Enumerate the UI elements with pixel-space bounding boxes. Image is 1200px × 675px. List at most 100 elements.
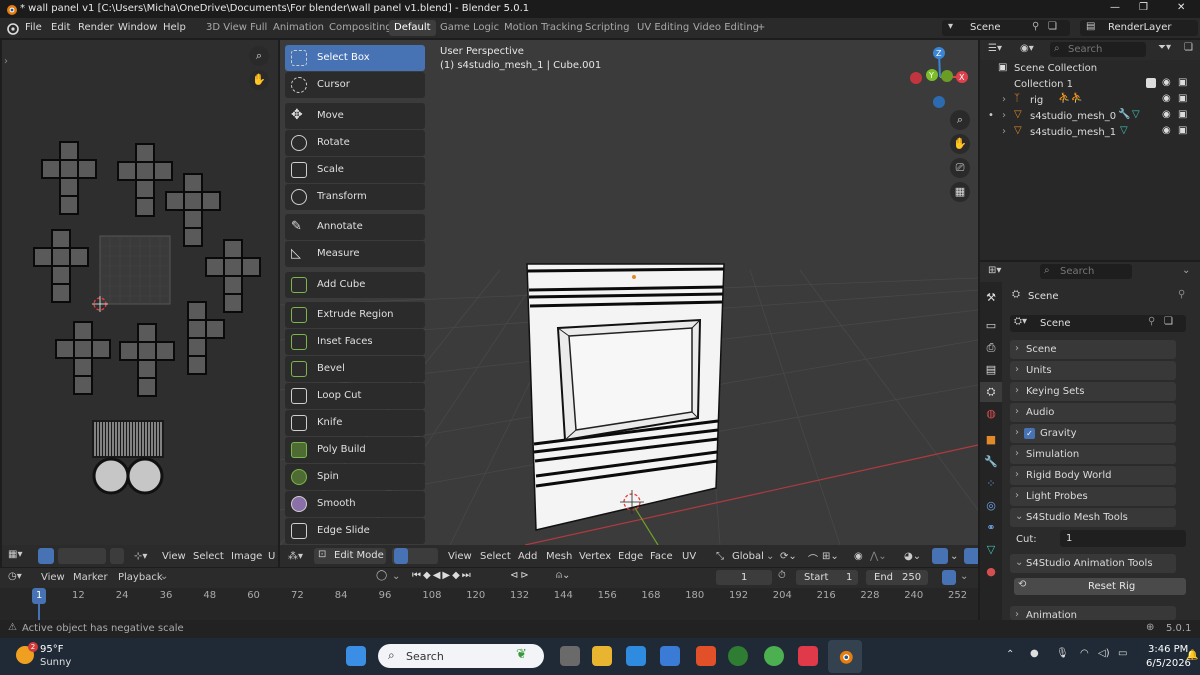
vp-menu-edge[interactable]: Edge xyxy=(618,551,643,562)
filter-icon[interactable]: ⏷▾ xyxy=(1158,42,1171,53)
vp-menu-add[interactable]: Add xyxy=(518,551,537,562)
orientation-dropdown[interactable]: Global xyxy=(732,551,764,562)
fake-user-icon[interactable]: ⚲ xyxy=(1148,316,1155,327)
falloff-icon[interactable]: ⋀⌄ xyxy=(870,551,887,562)
uv-menu-select[interactable]: Select xyxy=(193,551,224,562)
overlay-toggle-icon[interactable] xyxy=(964,548,978,564)
panel-animation[interactable]: › Animation xyxy=(1010,606,1176,620)
pivot-point-icon[interactable]: ⟳⌄ xyxy=(780,551,797,562)
camera-icon[interactable]: ▣ xyxy=(1178,93,1187,104)
tab-uv-editing[interactable]: UV Editing xyxy=(632,20,694,36)
scene-tab-icon[interactable]: ⛭ xyxy=(980,382,1002,402)
gizmo-toggle-icon[interactable] xyxy=(932,548,948,564)
menu-render[interactable]: Render xyxy=(78,22,114,33)
current-frame-field[interactable]: 1 xyxy=(716,570,772,585)
clock-time[interactable]: 3:46 PM xyxy=(1148,644,1188,655)
output-tab-icon[interactable]: ⎙ xyxy=(980,338,1002,358)
ortho-grid-icon[interactable]: ▦ xyxy=(950,182,970,202)
view-layer-tab-icon[interactable]: ▤ xyxy=(980,360,1002,380)
uv-zoom-icon[interactable]: ⌕ xyxy=(249,46,269,66)
weather-desc[interactable]: Sunny xyxy=(40,657,71,668)
keying-chevron-icon[interactable]: ⌄ xyxy=(392,571,400,582)
tl-menu-marker[interactable]: Marker xyxy=(73,572,108,583)
tool-edge-slide[interactable]: Edge Slide xyxy=(285,518,425,544)
panel-rigid-body-world[interactable]: › Rigid Body World xyxy=(1010,466,1176,485)
blender-menu-icon[interactable] xyxy=(5,21,19,35)
weather-temp[interactable]: 95°F xyxy=(40,644,63,655)
properties-editor-icon[interactable]: ⊞▾ xyxy=(988,265,1001,276)
tool-move[interactable]: ✥ Move xyxy=(285,103,425,129)
camera-icon[interactable]: ▣ xyxy=(1178,77,1187,88)
tool-poly-build[interactable]: Poly Build xyxy=(285,437,425,463)
timeline-overlay-icon[interactable] xyxy=(942,570,956,585)
volume-icon[interactable]: ◁) xyxy=(1098,648,1110,659)
vp-menu-select[interactable]: Select xyxy=(480,551,511,562)
tool-smooth[interactable]: Smooth xyxy=(285,491,425,517)
pin-icon[interactable]: ⚲ xyxy=(1032,21,1039,32)
panel-units[interactable]: › Units xyxy=(1010,361,1176,380)
timeline-track[interactable]: 1 12 24 36 48 60 72 84 96 108 120 132 144 156 168 180 19… xyxy=(0,588,978,620)
scene-datablock-field[interactable]: ⛭▾ Scene ⚲ ❏ xyxy=(1010,315,1186,332)
uv-toolbar-expand-icon[interactable]: › xyxy=(4,56,8,67)
timeline[interactable]: ◷▾ View Marker Playback ⌄ ◯ ⌄ ⏮◆◀▶◆⏭ ⊲⊳ … xyxy=(0,568,978,620)
camera-icon[interactable]: ▣ xyxy=(1178,125,1187,136)
tab-default[interactable]: Default xyxy=(389,20,436,36)
options-chevron-icon[interactable]: ⌄ xyxy=(1182,265,1190,276)
tab-motion-tracking[interactable]: Motion Tracking xyxy=(499,20,588,36)
eye-icon[interactable]: ◉ xyxy=(1162,77,1171,88)
vp-menu-face[interactable]: Face xyxy=(650,551,673,562)
start-frame-field[interactable]: Start 1 xyxy=(796,570,858,585)
eye-icon[interactable]: ◉ xyxy=(1162,125,1171,136)
tool-inset-faces[interactable]: Inset Faces xyxy=(285,329,425,355)
world-tab-icon[interactable]: ◍ xyxy=(980,404,1002,424)
view-layer-selector[interactable]: ▤ RenderLayer xyxy=(1080,20,1198,36)
outliner-row-collection-1[interactable]: Collection 1 ◉ ▣ xyxy=(980,76,1200,92)
menu-window[interactable]: Window xyxy=(118,22,157,33)
file-explorer-icon[interactable] xyxy=(592,646,612,666)
playback-controls[interactable]: ⏮◆◀▶◆⏭ xyxy=(412,570,473,581)
select-mode-buttons[interactable] xyxy=(392,548,438,564)
new-collection-icon[interactable]: ❏ xyxy=(1184,42,1193,53)
uv-sync-icon[interactable] xyxy=(38,548,54,564)
tool-add-cube[interactable]: Add Cube xyxy=(285,272,425,298)
snap-icon[interactable]: ⌒ xyxy=(808,551,818,566)
uv-menu-view[interactable]: View xyxy=(162,551,186,562)
uv-pan-hand-icon[interactable]: ✋ xyxy=(249,70,269,90)
task-view-icon[interactable] xyxy=(560,646,580,666)
eye-icon[interactable]: ◉ xyxy=(1162,93,1171,104)
tab-compositing[interactable]: Compositing xyxy=(324,20,397,36)
wifi-icon[interactable]: ◠ xyxy=(1080,648,1089,659)
tab-3d-view-full[interactable]: 3D View Full xyxy=(201,20,272,36)
physics-tab-icon[interactable]: ◎ xyxy=(980,496,1002,516)
menu-edit[interactable]: Edit xyxy=(51,22,70,33)
tool-spin[interactable]: Spin xyxy=(285,464,425,490)
vp-menu-view[interactable]: View xyxy=(448,551,472,562)
add-workspace-button[interactable]: + xyxy=(752,20,770,36)
outliner-search[interactable]: ⌕ Search xyxy=(1050,42,1146,57)
copy-scene-icon[interactable]: ❏ xyxy=(1048,21,1057,32)
tool-bevel[interactable]: Bevel xyxy=(285,356,425,382)
tl-menu-playback[interactable]: Playback xyxy=(118,572,163,583)
uv-menu-uv[interactable]: U xyxy=(268,551,275,562)
maximize-button[interactable]: ❐ xyxy=(1139,2,1148,13)
vp-menu-mesh[interactable]: Mesh xyxy=(546,551,572,562)
snap-target-icon[interactable]: ⊞⌄ xyxy=(822,551,839,562)
properties-editor[interactable]: ⊞▾ ⌕ Search ⌄ ⚒ ▭ ⎙ ▤ ⛭ ◍ ■ 🔧 ⁘ ◎ ⚭ ▽ ● … xyxy=(980,262,1200,620)
camera-icon[interactable]: ▣ xyxy=(1178,109,1187,120)
menu-help[interactable]: Help xyxy=(163,22,186,33)
visibility-icon[interactable]: ◕⌄ xyxy=(904,551,921,562)
outliner-row-scene-collection[interactable]: ▣ Scene Collection xyxy=(980,60,1200,76)
ea-app-icon[interactable] xyxy=(798,646,818,666)
blender-taskbar-button[interactable] xyxy=(828,640,862,673)
mode-selector[interactable]: ⊡ Edit Mode xyxy=(314,548,386,564)
camera-view-icon[interactable]: ⎚ xyxy=(950,158,970,178)
outliner[interactable]: ☰▾ ◉▾ ⌕ Search ⏷▾ ❏ ▣ Scene Collection C… xyxy=(980,40,1200,260)
uv-select-mode-icons[interactable] xyxy=(58,548,106,564)
pin-icon[interactable]: ⚲ xyxy=(1178,289,1185,300)
timeline-editor-icon[interactable]: ◷▾ xyxy=(8,571,22,582)
photos-icon[interactable] xyxy=(660,646,680,666)
scene-selector[interactable]: ▾ Scene ⚲ ❏ xyxy=(942,20,1070,36)
object-tab-icon[interactable]: ■ xyxy=(980,430,1002,450)
tool-knife[interactable]: Knife xyxy=(285,410,425,436)
tool-loop-cut[interactable]: Loop Cut xyxy=(285,383,425,409)
